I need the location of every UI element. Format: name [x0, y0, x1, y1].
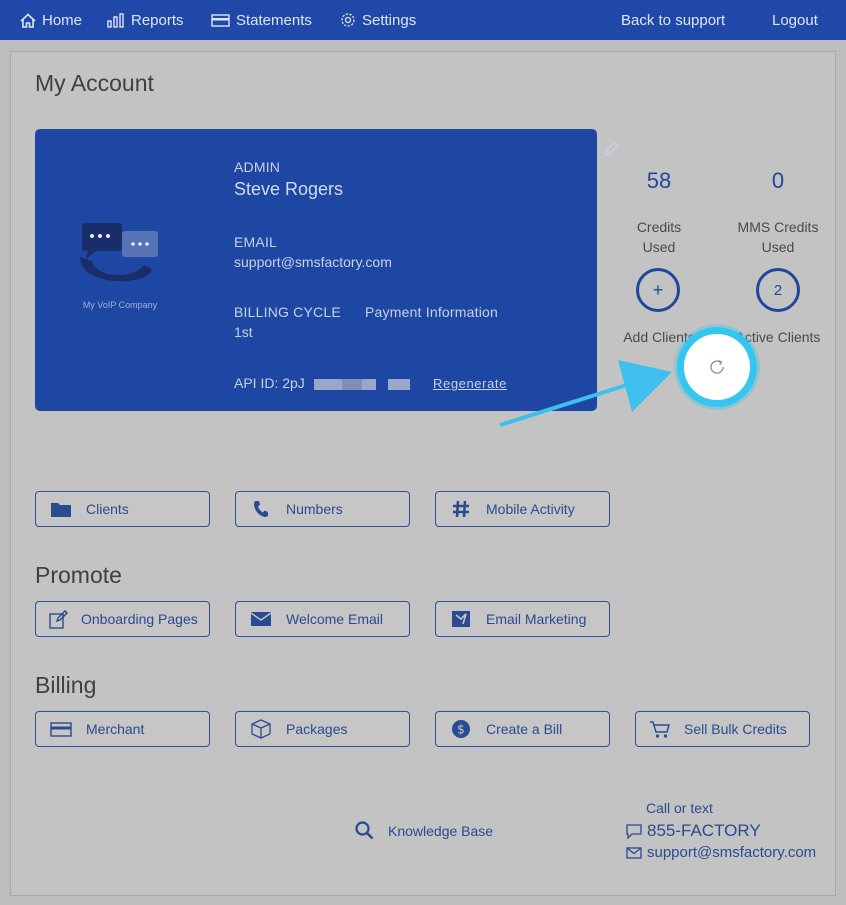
- refresh-highlight-button[interactable]: [677, 327, 757, 407]
- credit-card-icon: [50, 721, 72, 737]
- welcome-email-button-label: Welcome Email: [286, 611, 383, 627]
- billing-heading: Billing: [35, 672, 97, 698]
- promote-heading: Promote: [35, 562, 122, 588]
- create-bill-button-label: Create a Bill: [486, 721, 563, 737]
- call-or-text-label: Call or text: [646, 800, 713, 816]
- numbers-button-label: Numbers: [286, 501, 343, 517]
- edit-icon: [49, 609, 68, 629]
- merchant-button[interactable]: Merchant: [35, 711, 210, 747]
- cart-icon: [650, 720, 670, 738]
- support-email: support@smsfactory.com: [647, 844, 817, 861]
- campaign-icon: [452, 611, 470, 627]
- search-icon: [355, 821, 374, 840]
- create-bill-button[interactable]: $ Create a Bill: [435, 711, 610, 747]
- knowledge-base-label: Knowledge Base: [388, 822, 494, 839]
- onboarding-pages-button-label: Onboarding Pages: [81, 611, 198, 627]
- packages-button-label: Packages: [286, 721, 348, 737]
- email-marketing-button[interactable]: Email Marketing: [435, 601, 610, 637]
- welcome-email-button[interactable]: Welcome Email: [235, 601, 410, 637]
- numbers-button[interactable]: Numbers: [235, 491, 410, 527]
- envelope-icon: [626, 846, 642, 859]
- phone-number: 855-FACTORY: [647, 821, 761, 840]
- onboarding-pages-button[interactable]: Onboarding Pages: [35, 601, 210, 637]
- support-email-link[interactable]: support@smsfactory.com: [626, 844, 816, 861]
- envelope-icon: [250, 612, 272, 626]
- clients-button[interactable]: Clients: [35, 491, 210, 527]
- phone-link[interactable]: 855-FACTORY: [626, 821, 761, 841]
- packages-button[interactable]: Packages: [235, 711, 410, 747]
- email-marketing-button-label: Email Marketing: [486, 611, 587, 627]
- chat-bubble-icon: [626, 823, 642, 839]
- svg-text:$: $: [457, 723, 465, 737]
- clients-button-label: Clients: [86, 501, 129, 517]
- dollar-circle-icon: $: [452, 720, 470, 738]
- mobile-activity-button[interactable]: Mobile Activity: [435, 491, 610, 527]
- phone-icon: [254, 501, 268, 517]
- mobile-activity-button-label: Mobile Activity: [486, 501, 575, 517]
- folder-icon: [51, 502, 71, 517]
- box-icon: [251, 719, 271, 739]
- sell-bulk-credits-button[interactable]: Sell Bulk Credits: [635, 711, 810, 747]
- sell-bulk-credits-button-label: Sell Bulk Credits: [684, 721, 787, 737]
- merchant-button-label: Merchant: [86, 721, 145, 737]
- pointer-arrow-icon: [499, 360, 672, 427]
- refresh-icon: [710, 359, 724, 374]
- knowledge-base-link[interactable]: Knowledge Base: [355, 821, 493, 840]
- hashtag-icon: [453, 500, 469, 518]
